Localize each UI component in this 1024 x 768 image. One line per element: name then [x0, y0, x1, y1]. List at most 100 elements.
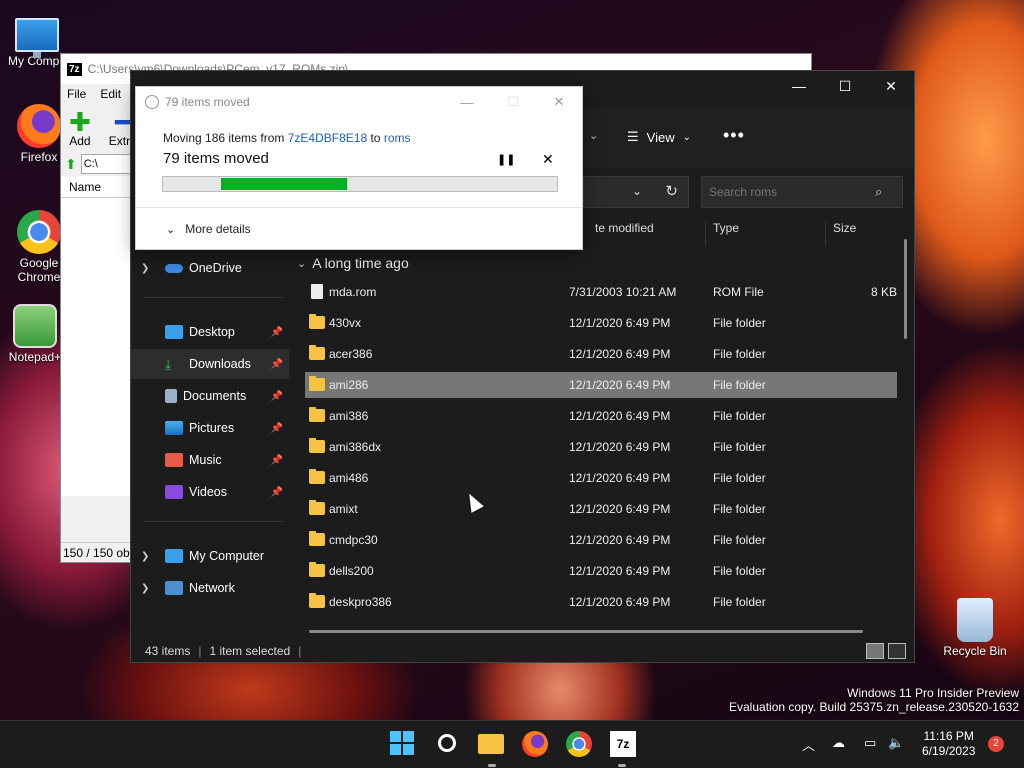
folder-icon: [309, 531, 325, 546]
search-icon[interactable]: [438, 734, 456, 752]
destination-link[interactable]: roms: [384, 131, 411, 145]
sevenzip-taskbar-icon[interactable]: 7z: [610, 731, 636, 757]
pin-icon[interactable]: 📌: [271, 359, 283, 370]
file-type: File folder: [713, 440, 766, 454]
volume-icon[interactable]: 🔈: [888, 735, 904, 751]
source-link[interactable]: 7zE4DBF8E18: [288, 131, 367, 145]
menu-file[interactable]: File: [67, 87, 86, 101]
close-button[interactable]: ✕: [868, 71, 914, 101]
minimize-button[interactable]: —: [444, 87, 490, 117]
file-type: File folder: [713, 409, 766, 423]
chevron-up-icon[interactable]: ︿: [802, 735, 815, 754]
file-name: acer386: [329, 347, 373, 361]
nav-item-music[interactable]: Music 📌: [131, 445, 289, 475]
pin-icon[interactable]: 📌: [271, 327, 283, 338]
table-row[interactable]: dells200 12/1/2020 6:49 PM File folder: [305, 558, 897, 584]
table-row[interactable]: ami386dx 12/1/2020 6:49 PM File folder: [305, 434, 897, 460]
table-row[interactable]: mda.rom 7/31/2003 10:21 AM ROM File 8 KB: [305, 279, 897, 305]
cloud-offline-icon[interactable]: ☁: [832, 735, 845, 751]
chevron-down-icon[interactable]: ⌄: [589, 129, 598, 142]
clock[interactable]: 11:16 PM 6/19/2023: [922, 729, 975, 759]
navigation-pane: ❯ OneDrive Desktop 📌 ⤓ Downloads 📌 Docum…: [131, 251, 291, 631]
file-type: ROM File: [713, 285, 764, 299]
nav-item-pictures[interactable]: Pictures 📌: [131, 413, 289, 443]
firefox-icon[interactable]: [522, 731, 548, 757]
more-options-button[interactable]: •••: [723, 125, 745, 146]
table-row[interactable]: amixt 12/1/2020 6:49 PM File folder: [305, 496, 897, 522]
chevron-right-icon[interactable]: ❯: [141, 583, 157, 594]
file-name: deskpro386: [329, 595, 392, 609]
pin-icon[interactable]: 📌: [271, 391, 283, 402]
dialog-titlebar[interactable]: 79 items moved: [145, 95, 250, 109]
desktop-icon-recycle-bin[interactable]: Recycle Bin: [940, 598, 1010, 658]
view-button[interactable]: ☰ View ⌄: [627, 129, 691, 145]
view-switcher: [866, 643, 906, 659]
nav-item-my-computer[interactable]: ❯ My Computer: [131, 541, 289, 571]
file-name: 430vx: [329, 316, 362, 330]
network-icon[interactable]: ▭: [864, 735, 876, 751]
nav-item-downloads[interactable]: ⤓ Downloads 📌: [131, 349, 289, 379]
pin-icon[interactable]: 📌: [271, 455, 283, 466]
column-size-header[interactable]: Size: [833, 221, 856, 245]
start-button[interactable]: [390, 731, 414, 755]
column-type-header[interactable]: Type: [713, 221, 739, 245]
chevron-right-icon[interactable]: ❯: [141, 263, 157, 274]
nav-item-videos[interactable]: Videos 📌: [131, 477, 289, 507]
address-bar[interactable]: ⌄ ↻: [583, 176, 689, 208]
table-row[interactable]: ami286 12/1/2020 6:49 PM File folder: [305, 372, 897, 398]
file-date: 12/1/2020 6:49 PM: [569, 378, 671, 392]
nav-item-documents[interactable]: Documents 📌: [131, 381, 289, 411]
table-row[interactable]: cmdpc30 12/1/2020 6:49 PM File folder: [305, 527, 897, 553]
vertical-scrollbar[interactable]: [904, 239, 907, 339]
cancel-button[interactable]: ✕: [542, 151, 554, 168]
more-details-label: More details: [185, 222, 251, 236]
progress-status: 79 items moved: [163, 150, 269, 167]
more-details-button[interactable]: ⌄ More details: [166, 222, 251, 236]
refresh-icon[interactable]: ↻: [665, 182, 678, 200]
file-name: ami386dx: [329, 440, 382, 454]
pause-button[interactable]: ❚❚: [497, 153, 515, 166]
table-row[interactable]: ami386 12/1/2020 6:49 PM File folder: [305, 403, 897, 429]
minimize-button[interactable]: —: [776, 71, 822, 101]
add-button[interactable]: ✚ Add: [69, 109, 91, 148]
chevron-right-icon[interactable]: ❯: [141, 551, 157, 562]
table-row[interactable]: acer386 12/1/2020 6:49 PM File folder: [305, 341, 897, 367]
watermark-line-1: Windows 11 Pro Insider Preview: [847, 686, 1019, 700]
desktop-icon: [165, 325, 183, 339]
pin-icon[interactable]: 📌: [271, 487, 283, 498]
search-input[interactable]: [701, 176, 903, 208]
moving-prefix: Moving 186 items from: [163, 131, 285, 145]
group-label: A long time ago: [312, 255, 409, 271]
close-button[interactable]: ✕: [536, 87, 582, 117]
menu-edit[interactable]: Edit: [100, 87, 121, 101]
file-explorer-icon[interactable]: [478, 734, 504, 754]
file-date: 12/1/2020 6:49 PM: [569, 502, 671, 516]
clock-date: 6/19/2023: [922, 744, 976, 758]
notification-badge[interactable]: 2: [988, 736, 1004, 752]
maximize-button: ☐: [507, 94, 519, 109]
group-header[interactable]: ⌄ A long time ago: [297, 255, 409, 271]
nav-item-desktop[interactable]: Desktop 📌: [131, 317, 289, 347]
nav-item-onedrive[interactable]: ❯ OneDrive: [131, 253, 289, 283]
chevron-down-icon[interactable]: ⌄: [632, 184, 642, 198]
view-label: View: [646, 129, 675, 145]
up-folder-icon[interactable]: ⬆: [65, 156, 77, 173]
active-indicator: [618, 764, 626, 767]
item-count: 43 items: [145, 644, 191, 658]
nav-label: Desktop: [189, 325, 235, 339]
file-name: ami486: [329, 471, 369, 485]
tiles-view-icon[interactable]: [888, 643, 906, 659]
maximize-button[interactable]: ☐: [822, 71, 868, 101]
document-icon: [165, 389, 177, 403]
chrome-icon[interactable]: [566, 731, 592, 757]
file-date: 12/1/2020 6:49 PM: [569, 564, 671, 578]
table-row[interactable]: deskpro386 12/1/2020 6:49 PM File folder: [305, 589, 897, 615]
column-date-header[interactable]: te modified: [595, 221, 654, 245]
table-row[interactable]: 430vx 12/1/2020 6:49 PM File folder: [305, 310, 897, 336]
pin-icon[interactable]: 📌: [271, 423, 283, 434]
details-view-icon[interactable]: [866, 643, 884, 659]
horizontal-scrollbar[interactable]: [309, 630, 863, 633]
download-icon: ⤓: [165, 356, 172, 372]
nav-item-network[interactable]: ❯ Network: [131, 573, 289, 603]
table-row[interactable]: ami486 12/1/2020 6:49 PM File folder: [305, 465, 897, 491]
